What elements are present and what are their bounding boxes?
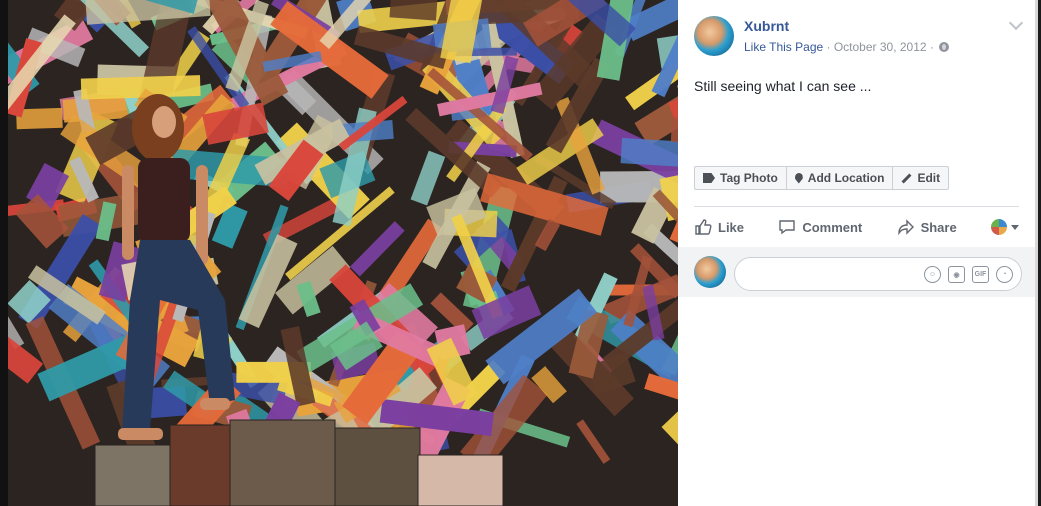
tag-photo-label: Tag Photo [720, 171, 778, 185]
pedestal-box [94, 444, 171, 506]
like-button[interactable]: Like [694, 218, 744, 236]
edit-button[interactable]: Edit [893, 167, 948, 189]
like-label: Like [718, 219, 745, 235]
post-date[interactable]: October 30, 2012 [834, 40, 927, 54]
figure-part [152, 106, 176, 138]
edit-label: Edit [917, 171, 941, 185]
comment-composer: ☺ ◉ GIF ◔ [678, 247, 1035, 297]
comment-label: Comment [802, 219, 863, 235]
divider [694, 206, 1019, 207]
share-button[interactable]: Share [897, 218, 957, 236]
pedestal-box [229, 419, 336, 506]
add-location-button[interactable]: Add Location [787, 167, 894, 189]
like-page-link[interactable]: Like This Page [744, 40, 823, 54]
chevron-down-icon[interactable] [1008, 15, 1024, 31]
comment-button[interactable]: Comment [778, 218, 862, 236]
pedestal-box [169, 424, 231, 506]
commenter-avatar [694, 256, 726, 288]
caret-down-icon [1011, 224, 1019, 230]
add-location-label: Add Location [807, 171, 885, 185]
post-meta: Like This Page · October 30, 2012 · [744, 40, 950, 54]
post-caption: Still seeing what I can see ... [694, 78, 872, 94]
figure-part [118, 428, 163, 440]
location-pin-icon [794, 172, 803, 184]
photo-actions: Tag Photo Add Location Edit [694, 166, 950, 190]
pedestal-box [417, 454, 504, 506]
globe-icon[interactable] [939, 42, 950, 52]
photo-area[interactable] [0, 0, 678, 506]
plank [389, 0, 438, 21]
figure-part [196, 165, 208, 265]
tag-icon [703, 173, 715, 183]
tag-photo-button[interactable]: Tag Photo [695, 167, 787, 189]
emoji-icon[interactable]: ☺ [924, 266, 941, 283]
plank [670, 117, 678, 144]
post-sidebar: Xubrnt Like This Page · October 30, 2012… [678, 0, 1038, 506]
meta-separator: · [823, 40, 834, 54]
thumbs-up-icon [695, 219, 712, 235]
post-header: Xubrnt Like This Page · October 30, 2012… [678, 0, 1035, 66]
share-arrow-icon [897, 219, 914, 236]
figure-part [122, 165, 134, 260]
photo-viewer: Xubrnt Like This Page · October 30, 2012… [0, 0, 1041, 506]
pedestal-box [334, 427, 421, 506]
figure-part [200, 398, 230, 410]
photo-edge [0, 0, 8, 506]
comment-input[interactable]: ☺ ◉ GIF ◔ [734, 257, 1022, 291]
comment-tools: ☺ ◉ GIF ◔ [924, 266, 1013, 283]
gif-icon[interactable]: GIF [972, 266, 989, 283]
profile-mini-icon [991, 219, 1007, 235]
share-label: Share [920, 219, 957, 235]
meta-separator-2: · [926, 40, 938, 54]
speech-bubble-icon [779, 220, 796, 235]
camera-icon[interactable]: ◉ [948, 266, 965, 283]
sticker-icon[interactable]: ◔ [996, 266, 1013, 283]
author-name[interactable]: Xubrnt [744, 18, 789, 34]
figure-part [138, 158, 190, 243]
author-avatar[interactable] [694, 16, 734, 56]
audience-selector[interactable] [991, 219, 1019, 235]
pencil-icon [902, 173, 912, 183]
social-actions: Like Comment Share [694, 208, 1019, 246]
photo-image [0, 0, 678, 506]
